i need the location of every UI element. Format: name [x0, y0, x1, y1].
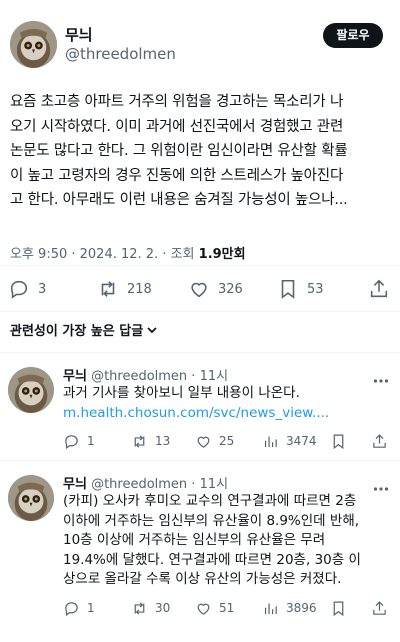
reply-tweet[interactable]: 무늬 @threedolmen · 11시 과거 기사를 찾아보니 일부 내용이…: [0, 353, 400, 457]
owl-avatar-image: [10, 21, 57, 68]
bookmark-count: 53: [307, 281, 324, 297]
like-count: 326: [218, 281, 243, 297]
view-count: 1.9만회: [198, 247, 246, 262]
views-button[interactable]: 3474: [262, 431, 317, 451]
like-button[interactable]: 25: [195, 431, 234, 451]
share-icon: [370, 279, 388, 298]
reply-count: 1: [87, 601, 95, 615]
reply-text: (카피) 오사카 후미오 교수의 연구결과에 따르면 2층 이하에 거주하는 임…: [63, 492, 393, 590]
reply-text-line: 상으로 올라갈 수록 이상 유산의 가능성은 커졌다.: [63, 571, 342, 587]
tweet-text-line: 고 한다. 아무래도 이런 내용은 숨겨질 가능성이 높으나...: [10, 192, 348, 208]
reply-button[interactable]: 3: [8, 276, 46, 302]
follow-button[interactable]: 팔로우: [323, 23, 383, 48]
reply-text-line: 19.4%에 달했다. 연구결과에 따르면 20층, 30층 이: [63, 551, 361, 568]
author-handle-time[interactable]: @threedolmen · 11시: [91, 477, 228, 492]
reply-header: 무늬 @threedolmen · 11시: [63, 365, 228, 384]
like-button[interactable]: 51: [195, 598, 234, 618]
bookmark-button[interactable]: 53: [277, 276, 324, 302]
reply-text-line: 10층 이상에 거주하는 임신부의 유산율은 무려: [63, 532, 326, 548]
retweet-button[interactable]: 30: [131, 598, 170, 618]
bookmark-icon: [333, 434, 344, 449]
views-button[interactable]: 3896: [262, 598, 317, 618]
heart-icon: [197, 603, 210, 615]
reply-count: 3: [38, 281, 47, 297]
reply-text-line: (카피) 오사카 후미오 교수의 연구결과에 따르면 2층: [63, 493, 357, 509]
share-icon: [373, 433, 386, 448]
bookmark-button[interactable]: [330, 431, 347, 451]
tweet-actions: 3 218 326 53: [0, 276, 400, 302]
share-button[interactable]: [371, 598, 388, 618]
reply-text-line: 과거 기사를 찾아보니 일부 내용이 나온다.: [63, 385, 300, 401]
tweet-text-line: 요즘 초고층 아파트 거주의 위험을 경고하는 목소리가 나: [10, 94, 344, 110]
retweet-icon: [134, 601, 145, 615]
reply-icon: [10, 280, 28, 299]
divider: [0, 265, 400, 266]
retweet-icon: [134, 434, 145, 448]
more-button[interactable]: [373, 477, 389, 491]
retweet-count: 218: [127, 281, 152, 297]
retweet-button[interactable]: 13: [131, 431, 170, 451]
reply-icon: [65, 601, 78, 616]
retweet-icon: [101, 281, 115, 297]
tweet-text-line: 오기 시작하였다. 이미 과거에 선진국에서 경험했고 관련: [10, 118, 344, 135]
retweet-count: 13: [155, 434, 171, 448]
more-button[interactable]: [373, 369, 389, 383]
tweet-text-line: 논문도 많다고 한다. 그 위험이란 임신이라면 유산할 확률: [10, 143, 348, 159]
chevron-down-icon: [147, 326, 157, 333]
share-button[interactable]: [371, 431, 388, 451]
heart-icon: [191, 282, 207, 298]
share-icon: [373, 600, 386, 615]
reply-link[interactable]: m.health.chosun.com/svc/news_view....: [63, 405, 329, 421]
reply-actions: 1 30 51 3896: [0, 598, 400, 618]
retweet-count: 30: [155, 601, 171, 615]
author-name[interactable]: 무늬: [65, 24, 93, 45]
reply-tweet[interactable]: 무늬 @threedolmen · 11시 (카피) 오사카 후미오 교수의 연…: [0, 461, 400, 642]
author-handle-time[interactable]: @threedolmen · 11시: [91, 369, 228, 384]
views-icon: [264, 436, 277, 447]
reply-sort-selector[interactable]: 관련성이 가장 높은 답글: [10, 320, 158, 339]
owl-avatar-image: [8, 475, 54, 521]
tweet-text: 요즘 초고층 아파트 거주의 위험을 경고하는 목소리가 나 오기 시작하였다.…: [10, 90, 392, 213]
like-count: 25: [219, 434, 235, 448]
avatar[interactable]: [8, 367, 54, 413]
bookmark-icon: [333, 601, 344, 616]
avatar[interactable]: [8, 475, 54, 521]
author-handle[interactable]: @threedolmen: [65, 45, 176, 63]
view-count: 3896: [286, 601, 317, 615]
reply-text: 과거 기사를 찾아보니 일부 내용이 나온다.: [63, 384, 393, 404]
reply-count: 1: [87, 434, 95, 448]
reply-text-line: 이하에 거주하는 임신부의 유산율이 8.9%인데 반해,: [63, 512, 360, 529]
tweet-text-line: 이 높고 고령자의 경우 진동에 의한 스트레스가 높아진다: [10, 167, 344, 184]
author-name[interactable]: 무늬: [63, 369, 87, 384]
author-name[interactable]: 무늬: [63, 477, 87, 492]
bookmark-icon: [281, 279, 295, 299]
reply-icon: [65, 434, 78, 449]
bookmark-button[interactable]: [330, 598, 347, 618]
timestamp[interactable]: 오후 9:50 · 2024. 12. 2. · 조회: [10, 247, 199, 262]
divider: [0, 311, 400, 312]
reply-header: 무늬 @threedolmen · 11시: [63, 473, 228, 492]
owl-avatar-image: [8, 367, 54, 413]
share-button[interactable]: [368, 276, 390, 302]
heart-icon: [197, 436, 210, 448]
like-count: 51: [219, 601, 235, 615]
retweet-button[interactable]: 218: [97, 276, 152, 302]
avatar[interactable]: [10, 21, 57, 68]
reply-actions: 1 13 25 3474: [0, 431, 400, 451]
like-button[interactable]: 326: [188, 276, 243, 302]
reply-button[interactable]: 1: [63, 431, 95, 451]
sort-label: 관련성이 가장 높은 답글: [10, 324, 144, 339]
reply-button[interactable]: 1: [63, 598, 95, 618]
views-icon: [264, 603, 277, 614]
view-count: 3474: [286, 434, 317, 448]
tweet-meta: 오후 9:50 · 2024. 12. 2. · 조회 1.9만회: [10, 243, 246, 262]
